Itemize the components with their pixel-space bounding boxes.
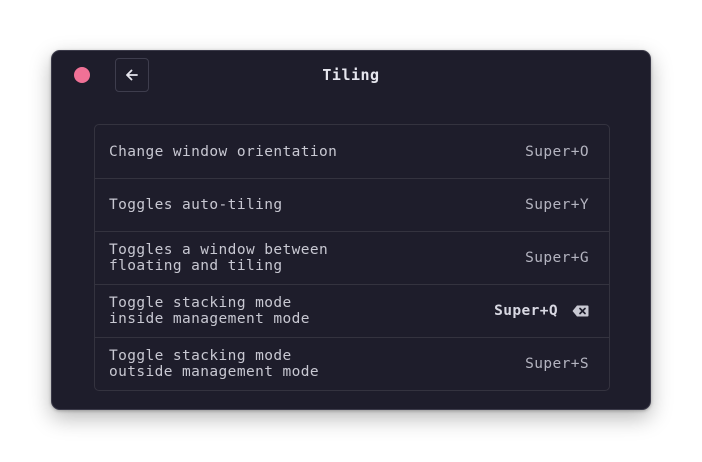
shortcut-row[interactable]: Toggles a window between floating and ti…: [95, 231, 609, 284]
page-title: Tiling: [322, 66, 380, 84]
shortcut-keys-area: Super+Y: [525, 197, 589, 213]
shortcut-list: Change window orientation Super+O Toggle…: [94, 124, 610, 391]
backspace-icon[interactable]: [572, 305, 589, 317]
shortcut-label: Toggle stacking mode inside management m…: [109, 295, 310, 327]
shortcut-keys[interactable]: Super+Q: [494, 303, 558, 319]
shortcut-label: Change window orientation: [109, 143, 338, 160]
shortcut-label: Toggles a window between floating and ti…: [109, 242, 329, 274]
shortcut-keys[interactable]: Super+G: [525, 250, 589, 266]
shortcut-keys-area: Super+Q: [494, 303, 589, 319]
shortcut-keys-area: Super+S: [525, 356, 589, 372]
shortcut-label: Toggle stacking mode outside management …: [109, 348, 319, 380]
shortcut-row[interactable]: Toggle stacking mode outside management …: [95, 337, 609, 390]
shortcut-keys[interactable]: Super+O: [525, 144, 589, 160]
shortcut-keys[interactable]: Super+Y: [525, 197, 589, 213]
shortcut-keys-area: Super+O: [525, 144, 589, 160]
shortcut-row[interactable]: Change window orientation Super+O: [95, 125, 609, 178]
shortcut-row[interactable]: Toggles auto-tiling Super+Y: [95, 178, 609, 231]
shortcut-keys[interactable]: Super+S: [525, 356, 589, 372]
shortcut-row[interactable]: Toggle stacking mode inside management m…: [95, 284, 609, 337]
shortcut-label: Toggles auto-tiling: [109, 197, 283, 213]
settings-window: Tiling Change window orientation Super+O…: [51, 50, 651, 410]
shortcut-keys-area: Super+G: [525, 250, 589, 266]
